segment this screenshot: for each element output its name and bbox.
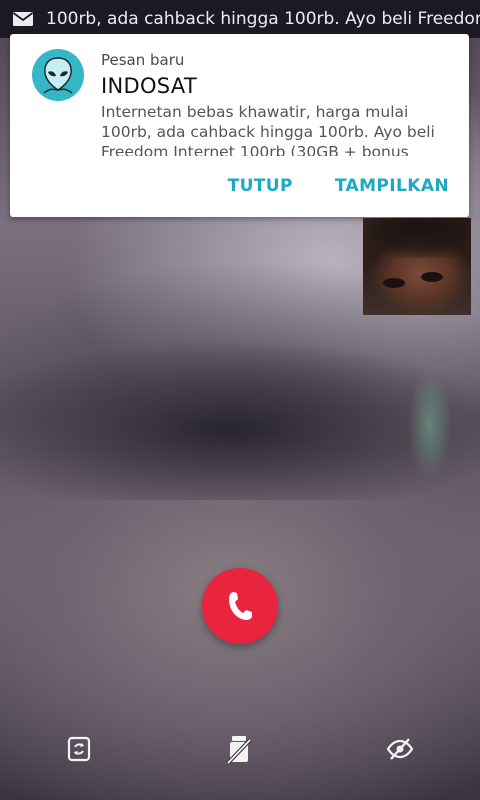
self-preview-eye-left — [383, 278, 405, 288]
notification-card[interactable]: Pesan baru INDOSAT Internetan bebas khaw… — [10, 34, 469, 217]
end-call-button[interactable] — [202, 568, 278, 644]
self-video-preview[interactable] — [363, 218, 471, 315]
notification-message: Internetan bebas khawatir, harga mulai 1… — [101, 103, 435, 156]
self-preview-hair — [363, 218, 471, 258]
show-button[interactable]: TAMPILKAN — [335, 176, 449, 196]
alien-icon — [32, 49, 84, 101]
notification-label: Pesan baru — [101, 51, 185, 69]
notification-actions: TUTUP TAMPILKAN — [228, 176, 449, 196]
remote-video-highlight — [400, 370, 460, 480]
status-bar[interactable]: 100rb, ada cahback hingga 100rb. Ayo bel… — [0, 0, 480, 38]
mail-icon — [12, 12, 34, 26]
hide-preview-icon — [386, 738, 414, 760]
phone-hangup-icon — [229, 592, 252, 620]
hide-preview-button[interactable] — [383, 732, 417, 766]
self-preview-eye-right — [421, 272, 443, 282]
camera-off-icon — [226, 736, 252, 764]
switch-camera-icon — [67, 736, 91, 762]
status-ticker-text: 100rb, ada cahback hingga 100rb. Ayo bel… — [46, 9, 480, 29]
camera-off-button[interactable] — [222, 732, 256, 766]
switch-camera-button[interactable] — [62, 732, 96, 766]
notification-sender: INDOSAT — [101, 74, 197, 98]
dismiss-button[interactable]: TUTUP — [228, 176, 293, 196]
